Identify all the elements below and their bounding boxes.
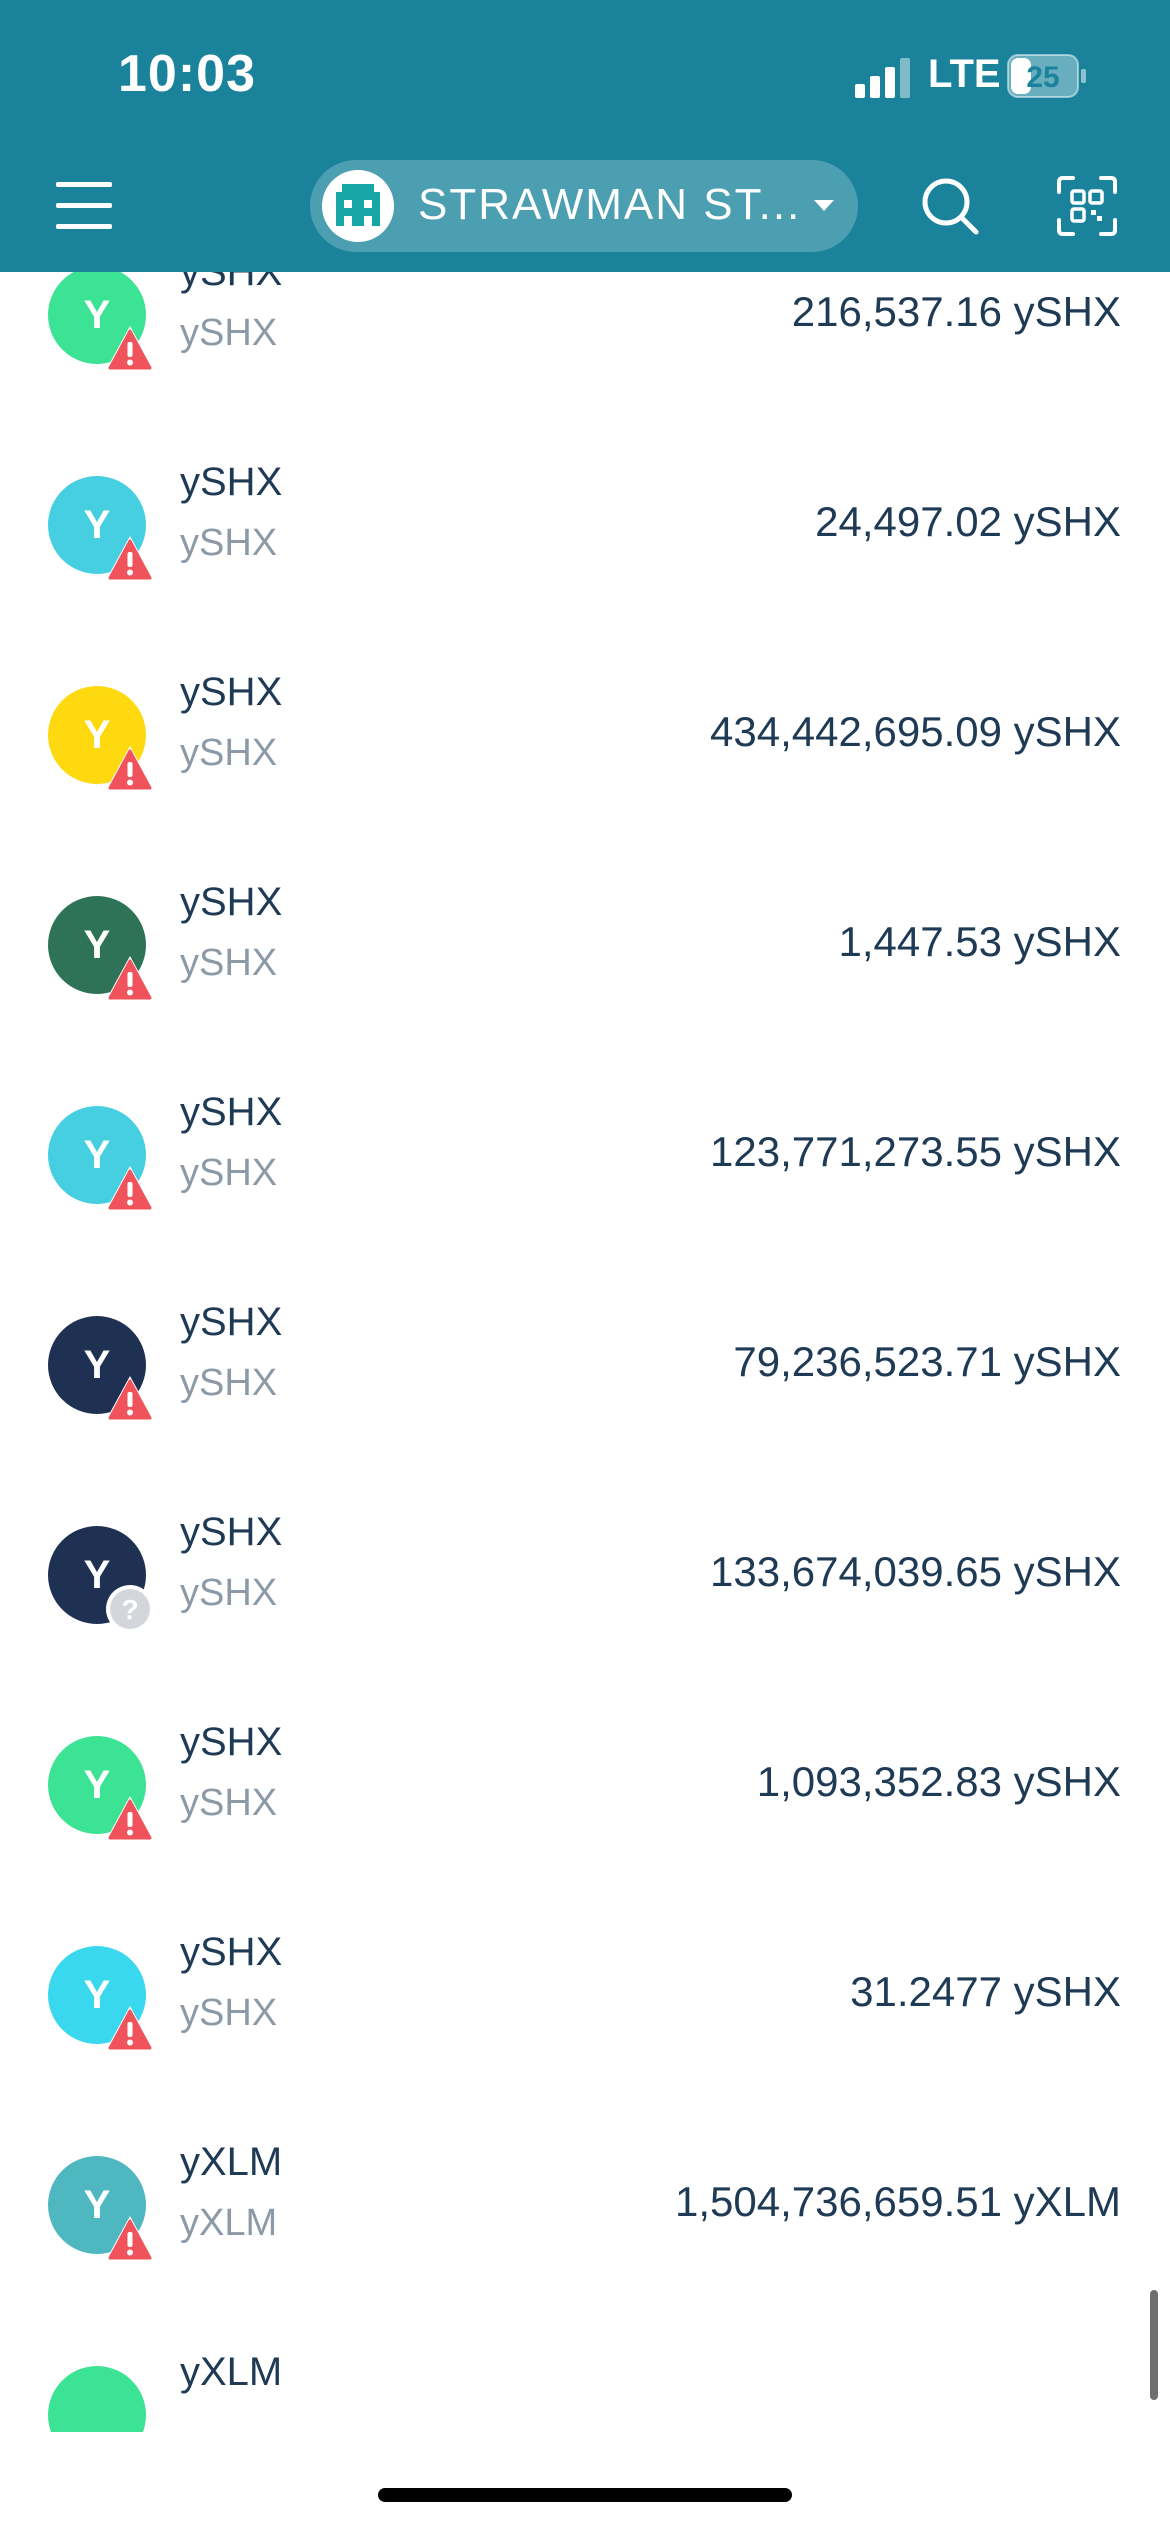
token-code: ySHX — [180, 1572, 278, 1614]
token-row[interactable]: YyXLM yXLM 1,504,736,659.51 yXLM — [0, 2100, 1170, 2310]
token-balance: 1,447.53 ySHX — [838, 918, 1121, 965]
warning-icon — [105, 746, 155, 792]
caret-down-icon — [814, 200, 834, 211]
token-balance: 133,674,039.65 ySHX — [710, 1548, 1121, 1595]
token-name: yXLM — [180, 2350, 283, 2394]
token-code: ySHX — [180, 1782, 278, 1824]
token-row[interactable]: YySHX ySHX 434,442,695.09 ySHX — [0, 630, 1170, 840]
token-balance: 434,442,695.09 ySHX — [710, 708, 1121, 755]
status-time: 10:03 — [118, 45, 256, 103]
warning-icon — [105, 1376, 155, 1422]
search-icon[interactable] — [918, 174, 982, 238]
token-name: ySHX — [180, 670, 283, 714]
token-name: ySHX — [180, 1930, 283, 1974]
warning-icon — [105, 2216, 155, 2262]
battery-icon: 25 — [1007, 54, 1086, 98]
token-row[interactable]: YySHX ySHX 31.2477 ySHX — [0, 1890, 1170, 2100]
token-row[interactable]: Y? ySHX ySHX 133,674,039.65 ySHX — [0, 1470, 1170, 1680]
token-name: ySHX — [180, 460, 283, 504]
token-row[interactable]: YySHX ySHX 1,447.53 ySHX — [0, 840, 1170, 1050]
account-name: STRAWMAN ST... — [418, 180, 802, 229]
network-type: LTE — [928, 52, 1001, 96]
token-code: ySHX — [180, 1992, 278, 2034]
token-name: ySHX — [180, 272, 283, 294]
hamburger-menu-icon[interactable] — [52, 178, 116, 234]
warning-icon — [105, 956, 155, 1002]
cellular-signal-icon — [855, 58, 910, 98]
scrollbar[interactable] — [1150, 2290, 1158, 2400]
token-balance: 24,497.02 ySHX — [815, 498, 1121, 545]
warning-icon — [105, 536, 155, 582]
warning-icon — [105, 1166, 155, 1212]
token-row[interactable]: YySHX ySHX 79,236,523.71 ySHX — [0, 1260, 1170, 1470]
token-balance: 79,236,523.71 ySHX — [733, 1338, 1121, 1385]
token-row[interactable]: yXLM — [0, 2310, 1170, 2432]
token-name: ySHX — [180, 1300, 283, 1344]
unknown-icon: ? — [106, 1585, 154, 1633]
pixel-avatar-icon — [322, 170, 394, 242]
token-avatar — [48, 2366, 146, 2432]
token-balance: 123,771,273.55 ySHX — [710, 1128, 1121, 1175]
account-selector[interactable]: STRAWMAN ST... — [310, 160, 858, 252]
token-name: ySHX — [180, 880, 283, 924]
token-balance: 1,504,736,659.51 yXLM — [674, 2178, 1121, 2225]
home-indicator — [378, 2488, 792, 2502]
token-name: ySHX — [180, 1510, 283, 1554]
token-name: ySHX — [180, 1090, 283, 1134]
warning-icon — [105, 2006, 155, 2052]
token-row[interactable]: YySHX ySHX 1,093,352.83 ySHX — [0, 1680, 1170, 1890]
token-code: ySHX — [180, 942, 278, 984]
token-code: ySHX — [180, 732, 278, 774]
app-header: 10:03 LTE 25 STRAWMAN ST... — [0, 0, 1170, 272]
token-row[interactable]: YySHX ySHX 24,497.02 ySHX — [0, 420, 1170, 630]
token-name: yXLM — [180, 2140, 283, 2184]
token-row[interactable]: YySHX ySHX 123,771,273.55 ySHX — [0, 1050, 1170, 1260]
token-code: ySHX — [180, 522, 278, 564]
token-balance: 31.2477 ySHX — [850, 1968, 1121, 2015]
token-code: yXLM — [180, 2202, 278, 2244]
warning-icon — [105, 1796, 155, 1842]
token-balance: 1,093,352.83 ySHX — [756, 1758, 1121, 1805]
warning-icon — [105, 326, 155, 372]
token-code: ySHX — [180, 312, 278, 354]
svg-text:?: ? — [121, 1594, 138, 1625]
token-balance: 216,537.16 ySHX — [791, 288, 1121, 335]
token-list[interactable]: YySHX ySHX 216,537.16 ySHX YySHX ySHX 24,497.… — [0, 272, 1170, 2432]
qr-scan-icon[interactable] — [1055, 174, 1119, 238]
token-code: ySHX — [180, 1362, 278, 1404]
token-row[interactable]: YySHX ySHX 216,537.16 ySHX — [0, 272, 1170, 420]
token-name: ySHX — [180, 1720, 283, 1764]
token-code: ySHX — [180, 1152, 278, 1194]
battery-level: 25 — [1026, 61, 1059, 94]
